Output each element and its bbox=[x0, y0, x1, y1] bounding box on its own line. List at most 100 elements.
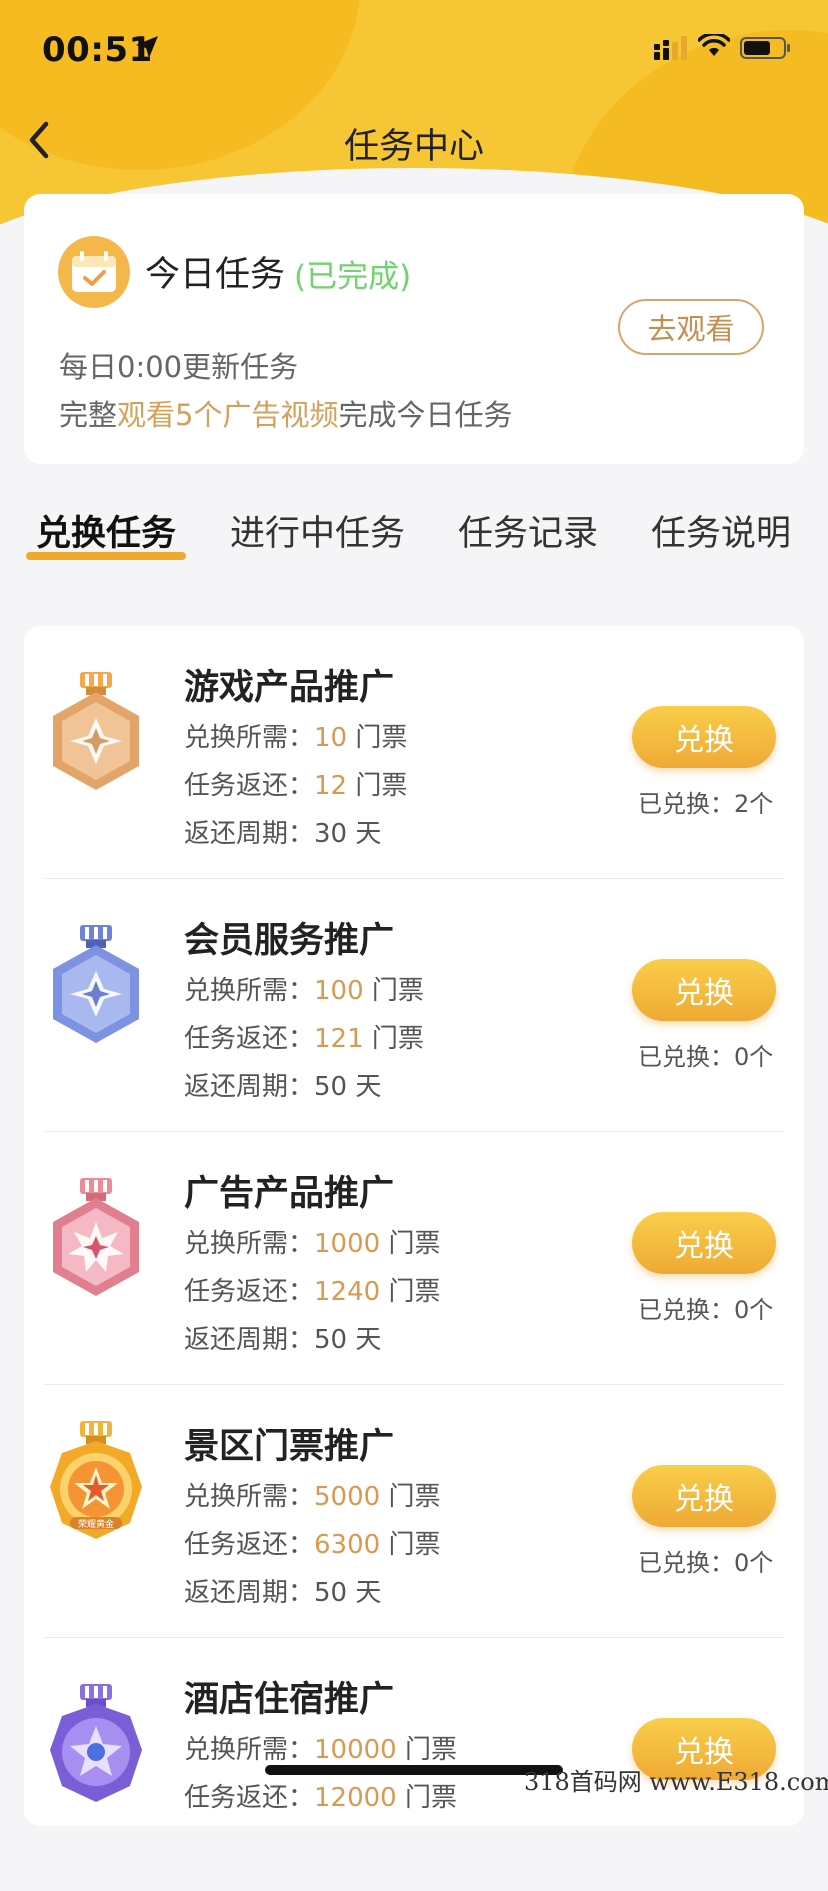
task-cost: 兑换所需：100 门票 bbox=[184, 970, 424, 1007]
day-unit: 天 bbox=[355, 1578, 382, 1608]
task-period: 返还周期：50 天 bbox=[184, 1319, 381, 1356]
gold-medal-icon: 荣耀黄金 bbox=[50, 1421, 142, 1539]
ticket-unit: 门票 bbox=[388, 1277, 441, 1307]
ticket-unit: 门票 bbox=[388, 1530, 441, 1560]
cost-value: 100 bbox=[314, 976, 364, 1006]
task-return: 任务返还：1240 门票 bbox=[184, 1271, 440, 1308]
task-cost: 兑换所需：1000 门票 bbox=[184, 1223, 440, 1260]
task-period: 返还周期：50 天 bbox=[184, 1572, 381, 1609]
day-unit: 天 bbox=[355, 1072, 382, 1102]
return-label: 任务返还： bbox=[184, 771, 315, 801]
period-label: 返还周期： bbox=[184, 819, 315, 849]
list-item: 游戏产品推广 兑换所需：10 门票 任务返还：12 门票 返还周期：30 天 兑… bbox=[24, 626, 804, 879]
ticket-unit: 门票 bbox=[405, 1735, 458, 1765]
day-unit: 天 bbox=[355, 819, 382, 849]
ticket-unit: 门票 bbox=[405, 1783, 458, 1813]
task-return: 任务返还：121 门票 bbox=[184, 1018, 424, 1055]
task-period: 返还周期：50 天 bbox=[184, 1066, 381, 1103]
list-item: 广告产品推广 兑换所需：1000 门票 任务返还：1240 门票 返还周期：50… bbox=[24, 1132, 804, 1385]
tab-in-progress-tasks[interactable]: 进行中任务 bbox=[230, 505, 405, 556]
cost-label: 兑换所需： bbox=[184, 1735, 315, 1765]
exchanged-value: 2个 bbox=[734, 790, 774, 818]
exchanged-label: 已兑换： bbox=[638, 1043, 734, 1071]
return-value: 6300 bbox=[314, 1530, 381, 1560]
task-return: 任务返还：6300 门票 bbox=[184, 1524, 440, 1561]
today-task-status: (已完成) bbox=[294, 259, 412, 295]
return-label: 任务返还： bbox=[184, 1277, 315, 1307]
tab-task-description[interactable]: 任务说明 bbox=[651, 505, 791, 556]
task-title: 游戏产品推广 bbox=[184, 668, 395, 708]
exchange-button[interactable]: 兑换 bbox=[632, 959, 776, 1021]
return-value: 12 bbox=[314, 771, 348, 801]
tab-task-records[interactable]: 任务记录 bbox=[458, 505, 598, 556]
ticket-unit: 门票 bbox=[388, 1482, 441, 1512]
cost-value: 5000 bbox=[314, 1482, 381, 1512]
active-tab-indicator bbox=[26, 552, 186, 560]
exchanged-label: 已兑换： bbox=[638, 790, 734, 818]
navigation-bar: 任务中心 bbox=[0, 100, 828, 180]
pink-medal-icon bbox=[53, 1178, 139, 1296]
calendar-check-icon bbox=[58, 236, 130, 308]
return-value: 12000 bbox=[314, 1783, 397, 1813]
bronze-medal-icon bbox=[53, 672, 139, 790]
task-title: 酒店住宿推广 bbox=[184, 1680, 395, 1720]
return-label: 任务返还： bbox=[184, 1783, 315, 1813]
task-list: 游戏产品推广 兑换所需：10 门票 任务返还：12 门票 返还周期：30 天 兑… bbox=[24, 626, 804, 1826]
task-title: 景区门票推广 bbox=[184, 1427, 395, 1467]
ticket-unit: 门票 bbox=[371, 976, 424, 1006]
period-label: 返还周期： bbox=[184, 1072, 315, 1102]
cost-label: 兑换所需： bbox=[184, 1229, 315, 1259]
cost-value: 10 bbox=[314, 723, 348, 753]
exchanged-count: 已兑换：0个 bbox=[638, 1037, 773, 1072]
page-title: 任务中心 bbox=[343, 127, 484, 167]
exchange-button[interactable]: 兑换 bbox=[632, 706, 776, 768]
exchanged-count: 已兑换：0个 bbox=[638, 1290, 773, 1325]
period-value: 50 bbox=[314, 1072, 348, 1102]
requirement-highlight: 观看5个广告视频 bbox=[117, 398, 339, 432]
cost-value: 10000 bbox=[314, 1735, 397, 1765]
exchanged-label: 已兑换： bbox=[638, 1296, 734, 1324]
blue-medal-icon bbox=[53, 925, 139, 1043]
task-cost: 兑换所需：10000 门票 bbox=[184, 1729, 457, 1766]
exchanged-value: 0个 bbox=[734, 1296, 774, 1324]
go-watch-button[interactable]: 去观看 bbox=[618, 299, 764, 355]
exchange-button[interactable]: 兑换 bbox=[632, 1212, 776, 1274]
period-label: 返还周期： bbox=[184, 1578, 315, 1608]
cost-value: 1000 bbox=[314, 1229, 381, 1259]
exchanged-label: 已兑换： bbox=[638, 1549, 734, 1577]
wifi-icon bbox=[698, 34, 730, 56]
tab-exchange-tasks[interactable]: 兑换任务 bbox=[36, 505, 176, 556]
task-title: 会员服务推广 bbox=[184, 921, 395, 961]
purple-medal-icon bbox=[50, 1684, 142, 1802]
refresh-note: 每日0:00更新任务 bbox=[59, 350, 299, 384]
today-task-card: 今日任务 (已完成) 去观看 每日0:00更新任务 完整观看5个广告视频完成今日… bbox=[24, 194, 804, 464]
status-bar: 00:51 bbox=[0, 0, 828, 100]
day-unit: 天 bbox=[355, 1325, 382, 1355]
cellular-signal-icon bbox=[654, 36, 687, 60]
task-requirement: 完整观看5个广告视频完成今日任务 bbox=[59, 392, 512, 434]
period-value: 50 bbox=[314, 1578, 348, 1608]
task-period: 返还周期：30 天 bbox=[184, 813, 381, 850]
ticket-unit: 门票 bbox=[355, 723, 408, 753]
ticket-unit: 门票 bbox=[371, 1024, 424, 1054]
requirement-prefix: 完整 bbox=[59, 398, 118, 432]
ticket-unit: 门票 bbox=[355, 771, 408, 801]
cost-label: 兑换所需： bbox=[184, 1482, 315, 1512]
exchange-button[interactable]: 兑换 bbox=[632, 1465, 776, 1527]
cost-label: 兑换所需： bbox=[184, 723, 315, 753]
exchanged-value: 0个 bbox=[734, 1549, 774, 1577]
task-return: 任务返还：12000 门票 bbox=[184, 1777, 457, 1814]
return-value: 121 bbox=[314, 1024, 364, 1054]
exchanged-value: 0个 bbox=[734, 1043, 774, 1071]
list-item: 会员服务推广 兑换所需：100 门票 任务返还：121 门票 返还周期：50 天… bbox=[24, 879, 804, 1132]
list-item: 荣耀黄金 景区门票推广 兑换所需：5000 门票 任务返还：6300 门票 返还… bbox=[24, 1385, 804, 1638]
battery-icon bbox=[740, 37, 790, 59]
return-label: 任务返还： bbox=[184, 1530, 315, 1560]
task-cost: 兑换所需：10 门票 bbox=[184, 717, 407, 754]
ticket-unit: 门票 bbox=[388, 1229, 441, 1259]
task-cost: 兑换所需：5000 门票 bbox=[184, 1476, 440, 1513]
cost-label: 兑换所需： bbox=[184, 976, 315, 1006]
medal-caption: 荣耀黄金 bbox=[78, 1518, 114, 1530]
return-label: 任务返还： bbox=[184, 1024, 315, 1054]
requirement-suffix: 完成今日任务 bbox=[338, 398, 513, 432]
